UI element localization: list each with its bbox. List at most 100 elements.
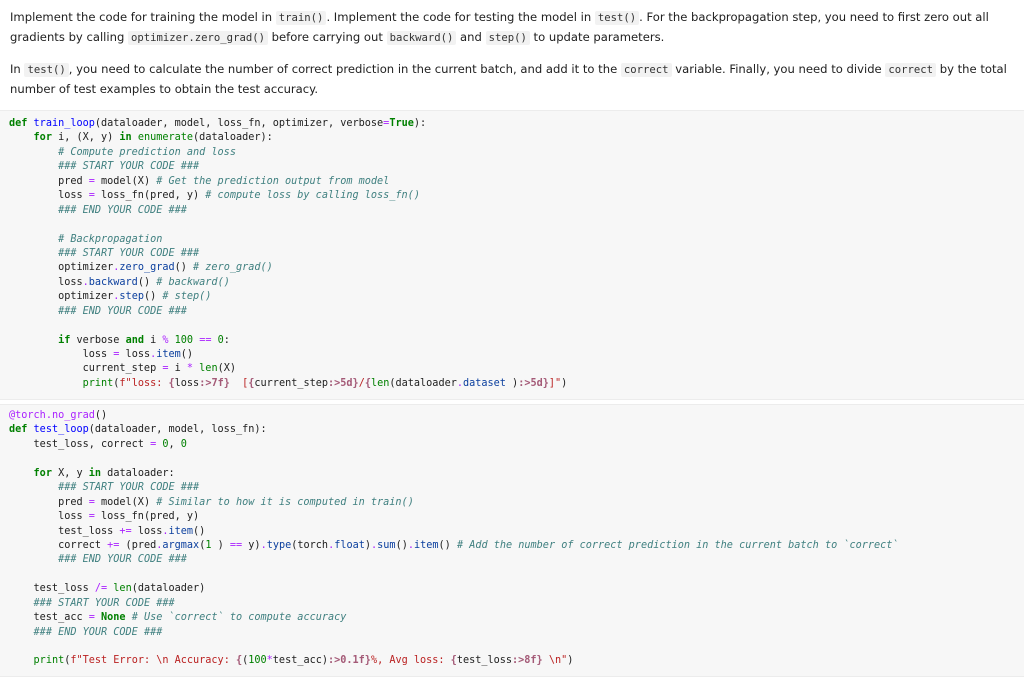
- code-token: :>5d}: [328, 377, 359, 389]
- code-token: loss: [174, 377, 200, 389]
- code-token: # Backpropagation: [58, 233, 163, 245]
- code-token: loss_fn(pred, y): [94, 190, 206, 202]
- code-token: type: [266, 539, 292, 551]
- code-token: ### START YOUR CODE ###: [58, 161, 200, 173]
- code-token: (): [94, 410, 108, 421]
- inline-code: backward(): [386, 31, 457, 45]
- code-cell-test-loop[interactable]: @torch.no_grad() def test_loop(dataloader…: [0, 404, 1024, 677]
- code-token: +=: [107, 539, 120, 551]
- code-token: 0: [180, 438, 187, 450]
- code-token: True: [389, 118, 414, 129]
- code-token: current_step: [9, 363, 163, 375]
- code-token: # step(): [162, 291, 212, 303]
- code-token: # zero_grad(): [193, 262, 273, 274]
- instructions-paragraph-1: Implement the code for training the mode…: [10, 8, 1018, 48]
- code-token: ): [211, 539, 230, 551]
- code-token: pred: [9, 175, 89, 187]
- code-token: i, (X, y): [51, 132, 120, 144]
- code-token: step: [119, 291, 144, 303]
- code-token: i: [143, 334, 163, 346]
- code-token: test_loop: [33, 424, 89, 436]
- code-token: ):: [413, 118, 427, 129]
- code-line: loss.backward() # backward(): [9, 276, 567, 290]
- code-token: test_loss, correct: [9, 438, 151, 450]
- code-line: current_step = i * len(X): [9, 362, 567, 376]
- code-token: f"loss:: [119, 377, 169, 389]
- code-token: (): [180, 349, 194, 360]
- code-line: ### START YOUR CODE ###: [9, 597, 899, 611]
- code-token: and: [125, 334, 144, 346]
- code-token: float: [334, 539, 365, 551]
- code-token: # Use `correct` to compute accuracy: [131, 612, 347, 624]
- code-token: print: [33, 655, 65, 667]
- code-token: ### START YOUR CODE ###: [58, 482, 200, 494]
- paragraph-text: to update parameters.: [529, 30, 665, 44]
- code-token: ### START YOUR CODE ###: [33, 597, 175, 609]
- code-line: test_loss += loss.item(): [9, 525, 899, 539]
- code-token: loss: [119, 349, 151, 360]
- code-token: test_loss: [9, 525, 120, 537]
- code-line: if verbose and i % 100 == 0:: [9, 334, 567, 348]
- code-token: if: [58, 334, 71, 346]
- code-token: def: [9, 424, 34, 436]
- code-line: test_loss /= len(dataloader): [9, 582, 899, 596]
- code-token: # Add the number of correct prediction i…: [456, 539, 899, 551]
- code-token: train_loop: [33, 118, 95, 129]
- code-token: :>0.1f}: [328, 655, 371, 667]
- code-line: @torch.no_grad(): [9, 409, 899, 423]
- paragraph-text: and: [456, 30, 486, 44]
- train-loop-code: def train_loop(dataloader, model, loss_f…: [9, 117, 567, 391]
- paragraph-text: before carrying out: [267, 30, 387, 44]
- instructions-paragraph-2: In test(), you need to calculate the num…: [10, 60, 1018, 99]
- code-token: (dataloader):: [193, 132, 273, 144]
- code-token: test_loss: [456, 655, 513, 667]
- code-token: (): [174, 262, 194, 274]
- paragraph-text: Implement the code for training the mode…: [10, 10, 276, 24]
- code-token: for: [33, 467, 52, 479]
- code-token: ### END YOUR CODE ###: [58, 204, 187, 216]
- code-token: @torch: [9, 410, 46, 421]
- code-token: optimizer: [9, 291, 114, 303]
- code-token: len: [113, 583, 132, 595]
- code-token: # backward(): [156, 276, 230, 288]
- code-token: # compute loss by calling loss_fn(): [205, 190, 420, 202]
- code-line: optimizer.zero_grad() # zero_grad(): [9, 261, 567, 275]
- code-token: (dataloader: [389, 377, 457, 389]
- code-token: :>8f}: [512, 655, 543, 667]
- code-token: ==: [229, 539, 243, 551]
- code-token: optimizer: [9, 262, 114, 274]
- code-line: print(f"loss: {loss:>7f} [{current_step:…: [9, 377, 568, 391]
- inline-code: test(): [594, 11, 640, 25]
- code-line: correct += (pred.argmax(1 ) == y).type(t…: [9, 539, 899, 553]
- code-line: ### START YOUR CODE ###: [9, 481, 899, 495]
- code-line: test_loss, correct = 0, 0: [9, 438, 899, 452]
- code-token: ): [561, 377, 568, 389]
- code-line: loss = loss.item(): [9, 348, 567, 362]
- code-token: # Get the prediction output from model: [156, 175, 390, 187]
- code-token: print: [82, 377, 114, 389]
- code-token: loss: [9, 349, 114, 360]
- code-token: 100: [248, 655, 267, 667]
- code-token: y): [242, 539, 261, 551]
- code-line: ### END YOUR CODE ###: [9, 305, 567, 319]
- code-token: test_acc): [272, 655, 328, 667]
- code-token: loss: [9, 276, 83, 288]
- code-token: :>7f}: [199, 377, 230, 389]
- code-token: +=: [119, 525, 132, 537]
- code-token: ): [567, 655, 574, 667]
- code-token: dataloader:: [101, 467, 175, 479]
- code-token: ]": [548, 377, 562, 389]
- code-token: correct: [9, 539, 108, 551]
- code-token: (X): [217, 363, 236, 375]
- code-cell-train-loop[interactable]: def train_loop(dataloader, model, loss_f…: [0, 110, 1024, 400]
